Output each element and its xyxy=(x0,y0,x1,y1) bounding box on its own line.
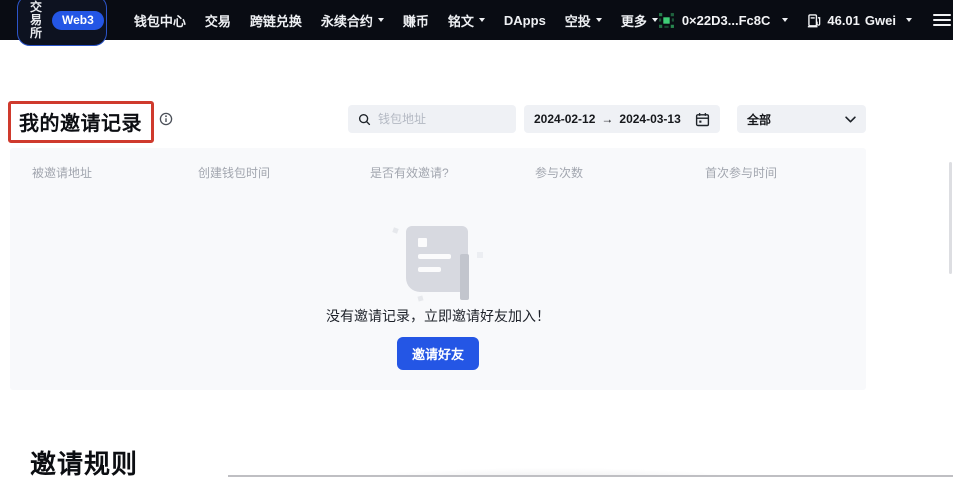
nav-item-more[interactable]: 更多 xyxy=(621,11,658,30)
top-nav: 交易所 Web3 钱包中心 交易 跨链兑换 永续合约 赚币 铭文 DApps 空… xyxy=(0,0,953,40)
date-range-picker[interactable]: 2024-02-12 → 2024-03-13 xyxy=(524,105,720,133)
search-icon xyxy=(358,112,371,127)
nav-item-perpetual[interactable]: 永续合约 xyxy=(321,11,384,30)
caret-down-icon xyxy=(906,18,912,22)
info-icon[interactable] xyxy=(159,112,173,131)
caret-down-icon xyxy=(596,18,602,22)
invitation-records-panel: 被邀请地址 创建钱包时间 是否有效邀请? 参与次数 首次参与时间 没有邀请记录，… xyxy=(10,148,866,390)
column-header-first-participation: 首次参与时间 xyxy=(705,164,777,181)
date-from: 2024-02-12 xyxy=(534,112,595,126)
column-header-invited-address: 被邀请地址 xyxy=(32,164,92,181)
status-filter-select[interactable]: 全部 xyxy=(737,105,866,133)
calendar-icon xyxy=(695,112,710,127)
caret-down-icon xyxy=(378,18,384,22)
invite-friends-button[interactable]: 邀请好友 xyxy=(397,337,479,370)
gas-unit: Gwei xyxy=(865,13,896,28)
wallet-address-search[interactable] xyxy=(348,105,516,133)
caret-down-icon xyxy=(782,18,788,22)
date-range-arrow: → xyxy=(601,112,613,126)
nav-right-group: 0×22D3...Fc8C 46.01 Gwei xyxy=(658,12,951,29)
search-input[interactable] xyxy=(378,112,506,126)
nav-item-airdrop[interactable]: 空投 xyxy=(565,11,602,30)
column-header-wallet-created: 创建钱包时间 xyxy=(198,164,270,181)
gas-value: 46.01 xyxy=(827,13,860,28)
date-to: 2024-03-13 xyxy=(619,112,680,126)
nav-item-inscriptions[interactable]: 铭文 xyxy=(448,11,485,30)
nav-item-dapps[interactable]: DApps xyxy=(504,13,546,28)
page-title: 我的邀请记录 xyxy=(19,113,142,135)
wallet-address: 0×22D3...Fc8C xyxy=(682,13,771,28)
menu-icon[interactable] xyxy=(933,14,951,26)
toggle-exchange[interactable]: 交易所 xyxy=(20,0,52,43)
invitation-rules-heading: 邀请规则 xyxy=(30,444,138,477)
decor-dot xyxy=(417,295,423,301)
empty-state-illustration xyxy=(388,218,488,302)
nav-item-cross-chain-swap[interactable]: 跨链兑换 xyxy=(250,11,302,30)
wallet-account-menu[interactable]: 0×22D3...Fc8C xyxy=(658,12,789,29)
gas-price-menu[interactable]: 46.01 Gwei xyxy=(807,13,912,28)
toggle-web3[interactable]: Web3 xyxy=(52,11,104,30)
empty-document-icon xyxy=(406,226,468,292)
vertical-scrollbar[interactable] xyxy=(949,162,952,274)
decor-dot xyxy=(477,252,483,258)
decor-dot xyxy=(392,227,398,233)
filter-bar: 2024-02-12 → 2024-03-13 全部 xyxy=(348,105,866,133)
nav-item-wallet-center[interactable]: 钱包中心 xyxy=(134,11,186,30)
annotation-highlight-box: 我的邀请记录 xyxy=(8,101,154,143)
status-filter-value: 全部 xyxy=(747,111,771,128)
caret-down-icon xyxy=(479,18,485,22)
column-header-valid-invite: 是否有效邀请? xyxy=(370,164,449,181)
nav-item-earn[interactable]: 赚币 xyxy=(403,11,429,30)
wallet-identicon-avatar xyxy=(658,12,675,29)
nav-item-trade[interactable]: 交易 xyxy=(205,11,231,30)
gas-pump-icon xyxy=(807,13,822,28)
chevron-down-icon xyxy=(845,116,856,123)
empty-document-pen xyxy=(460,254,469,300)
empty-state-message: 没有邀请记录，立即邀请好友加入！ xyxy=(10,306,866,326)
column-header-participation-count: 参与次数 xyxy=(535,164,583,181)
nav-left-group: 交易所 Web3 钱包中心 交易 跨链兑换 永续合约 赚币 铭文 DApps 空… xyxy=(17,0,658,46)
exchange-web3-toggle[interactable]: 交易所 Web3 xyxy=(17,0,107,46)
card-top-shadow xyxy=(235,453,935,477)
